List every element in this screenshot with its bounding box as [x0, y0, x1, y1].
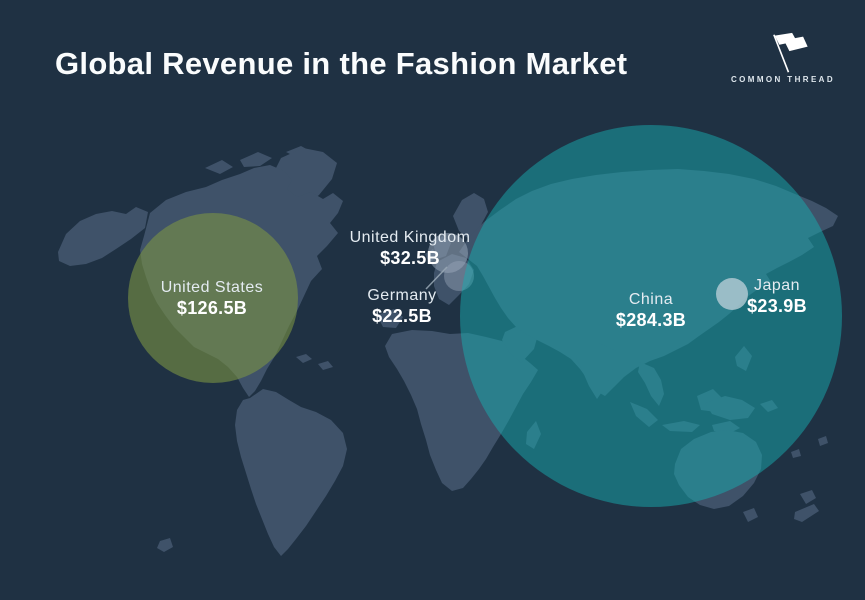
label-germany: Germany $22.5B — [367, 286, 436, 326]
flag-icon — [754, 32, 812, 74]
label-united-kingdom: United Kingdom $32.5B — [350, 228, 471, 268]
label-united-states: United States $126.5B — [161, 278, 264, 318]
label-china: China $284.3B — [616, 290, 686, 330]
revenue-value: $22.5B — [367, 306, 436, 326]
logo-text: COMMON THREAD — [729, 75, 837, 84]
country-name: United States — [161, 278, 264, 298]
label-japan: Japan $23.9B — [747, 276, 807, 316]
page-title: Global Revenue in the Fashion Market — [55, 46, 627, 82]
brand-logo: COMMON THREAD — [729, 32, 837, 84]
country-name: United Kingdom — [350, 228, 471, 248]
revenue-value: $23.9B — [747, 296, 807, 316]
country-name: Japan — [747, 276, 807, 296]
revenue-value: $32.5B — [350, 248, 471, 268]
revenue-value: $126.5B — [161, 298, 264, 318]
infographic-canvas: United States $126.5B United Kingdom $32… — [0, 0, 865, 600]
country-name: China — [616, 290, 686, 310]
revenue-value: $284.3B — [616, 310, 686, 330]
country-name: Germany — [367, 286, 436, 306]
